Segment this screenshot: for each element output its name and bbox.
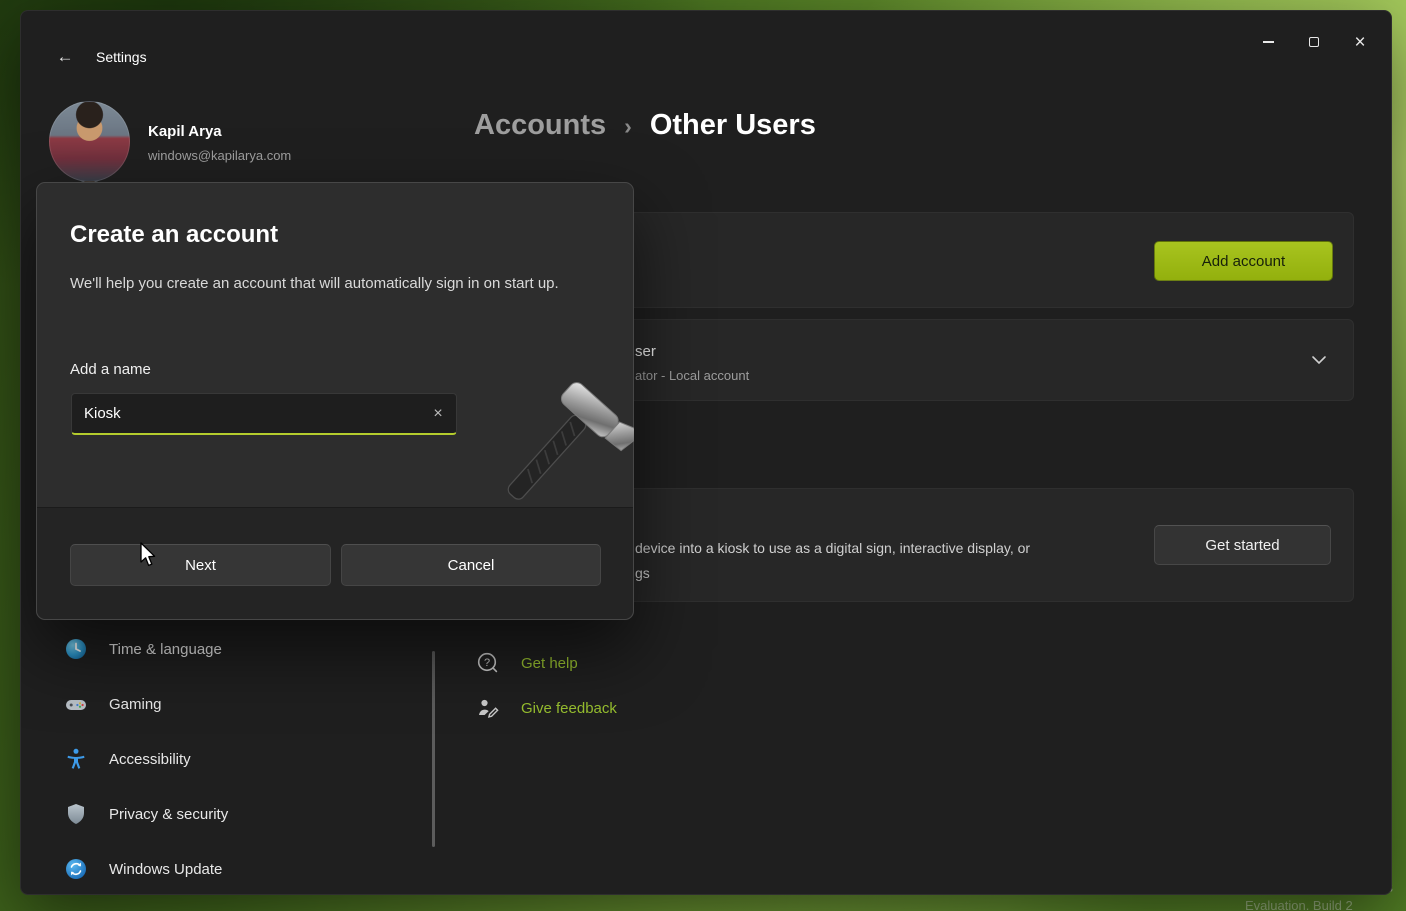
desktop-background: Windows Evaluation. Build 2 ← Settings ×…: [0, 0, 1406, 911]
feedback-icon: [476, 696, 500, 720]
dialog-footer: Next Cancel: [37, 507, 633, 619]
sidebar-item-gaming[interactable]: Gaming: [49, 682, 431, 726]
next-button[interactable]: Next: [70, 544, 331, 586]
hammer-image: [482, 369, 634, 521]
accessibility-icon: [64, 747, 88, 771]
get-started-button[interactable]: Get started: [1154, 525, 1331, 565]
profile-name: Kapil Arya: [148, 123, 222, 140]
user-row-subtitle: ator - Local account: [635, 368, 749, 383]
user-row-title: ser: [635, 343, 656, 360]
window-controls: ×: [1245, 25, 1383, 59]
sidebar-item-label: Windows Update: [109, 861, 222, 878]
sidebar-item-accessibility[interactable]: Accessibility: [49, 737, 431, 781]
kiosk-description-line2: gs: [635, 565, 650, 581]
cancel-button[interactable]: Cancel: [341, 544, 601, 586]
minimize-button[interactable]: [1245, 25, 1291, 59]
user-avatar: [49, 101, 130, 182]
kiosk-description-line1: device into a kiosk to use as a digital …: [635, 540, 1030, 556]
breadcrumb: Accounts › Other Users: [474, 109, 816, 142]
breadcrumb-other-users: Other Users: [650, 109, 816, 142]
dialog-title: Create an account: [70, 221, 278, 249]
sidebar-item-time-language[interactable]: Time & language: [49, 627, 431, 671]
get-help-label: Get help: [521, 655, 578, 672]
name-input-wrap: ×: [71, 393, 457, 435]
breadcrumb-accounts[interactable]: Accounts: [474, 109, 606, 142]
maximize-button[interactable]: [1291, 25, 1337, 59]
sidebar-scrollbar[interactable]: [432, 651, 435, 847]
chevron-down-icon[interactable]: [1311, 352, 1327, 368]
add-name-label: Add a name: [70, 361, 151, 378]
clear-input-icon[interactable]: ×: [424, 400, 452, 428]
update-icon: [64, 857, 88, 881]
create-account-dialog: Create an account We'll help you create …: [36, 182, 634, 620]
sidebar-item-label: Time & language: [109, 641, 222, 658]
clock-icon: [64, 637, 88, 661]
sidebar-item-windows-update[interactable]: Windows Update: [49, 847, 431, 891]
name-input[interactable]: [71, 393, 457, 435]
app-title: Settings: [96, 49, 147, 65]
add-account-button[interactable]: Add account: [1154, 241, 1333, 281]
gamepad-icon: [64, 692, 88, 716]
profile-email: windows@kapilarya.com: [148, 148, 291, 163]
dialog-description: We'll help you create an account that wi…: [70, 271, 610, 297]
svg-text:?: ?: [484, 657, 490, 669]
sidebar-item-label: Gaming: [109, 696, 162, 713]
sidebar-item-privacy-security[interactable]: Privacy & security: [49, 792, 431, 836]
maximize-icon: [1309, 37, 1319, 47]
sidebar-item-label: Accessibility: [109, 751, 191, 768]
give-feedback-label: Give feedback: [521, 700, 617, 717]
shield-icon: [64, 802, 88, 826]
minimize-icon: [1263, 41, 1274, 43]
get-help-link[interactable]: ? Get help: [476, 648, 578, 678]
settings-window: ← Settings × Kapil Arya windows@kapilary…: [20, 10, 1392, 895]
back-button[interactable]: ←: [47, 43, 83, 71]
sidebar-item-label: Privacy & security: [109, 806, 228, 823]
give-feedback-link[interactable]: Give feedback: [476, 693, 617, 723]
help-icon: ?: [476, 651, 500, 675]
close-button[interactable]: ×: [1337, 25, 1383, 59]
watermark-line2: Evaluation. Build 2: [1245, 898, 1353, 911]
breadcrumb-separator-icon: ›: [624, 113, 632, 140]
